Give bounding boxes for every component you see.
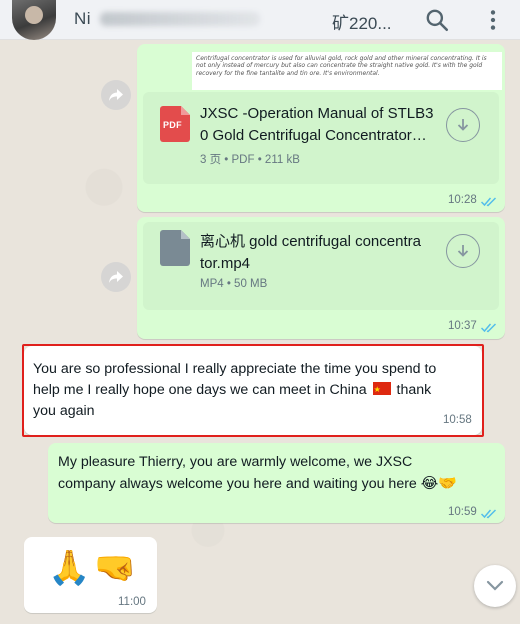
download-button[interactable]	[446, 234, 480, 268]
document-title-line-2: 0 Gold Centrifugal Concentrator…	[200, 127, 427, 144]
document-preview-thumbnail[interactable]: Centrifugal concentrator is used for all…	[192, 52, 502, 90]
message-time: 10:28	[448, 194, 477, 206]
forward-button[interactable]	[101, 262, 131, 292]
forward-icon	[109, 271, 123, 283]
highlight-annotation	[22, 344, 484, 437]
contact-name[interactable]: Ni	[74, 9, 91, 29]
forward-icon	[109, 89, 123, 101]
contact-name-suffix[interactable]: 矿220...	[332, 9, 392, 34]
forward-button[interactable]	[101, 80, 131, 110]
read-receipt-icon	[481, 323, 497, 333]
read-receipt-icon	[481, 197, 497, 207]
read-receipt-icon	[481, 509, 497, 519]
search-icon[interactable]	[424, 7, 450, 33]
more-options-icon[interactable]	[480, 7, 506, 33]
contact-name-redacted	[100, 12, 260, 26]
document-title-line-1: JXSC -Operation Manual of STLB3	[200, 105, 434, 122]
emoji-pray-fist-icon: 🙏🤜	[48, 548, 141, 588]
download-button[interactable]	[446, 108, 480, 142]
emoji-laugh-handshake-icon: 😂🤝	[420, 474, 457, 492]
message-time: 11:00	[118, 596, 146, 608]
download-icon	[457, 119, 469, 131]
pdf-badge-label: PDF	[163, 120, 182, 130]
document-meta: 3 页 • PDF • 211 kB	[200, 154, 300, 166]
message-text-line-1: My pleasure Thierry, you are warmly welc…	[58, 454, 413, 470]
document-meta: MP4 • 50 MB	[200, 278, 268, 290]
chat-header: Ni 矿220...	[0, 0, 520, 40]
scroll-to-bottom-button[interactable]	[474, 565, 516, 607]
file-icon	[160, 230, 190, 266]
message-text-line-2-body: company always welcome you here and wait…	[58, 476, 417, 492]
message-text-line-2: company always welcome you here and wait…	[58, 473, 457, 496]
chevron-down-icon	[486, 580, 504, 591]
contact-avatar[interactable]	[12, 0, 56, 40]
message-time: 10:59	[448, 506, 477, 518]
document-title-line-2: tor.mp4	[200, 255, 251, 272]
message-time: 10:37	[448, 320, 477, 332]
document-preview-text: Centrifugal concentrator is used for all…	[196, 55, 487, 77]
document-title-line-1: 离心机 gold centrifugal concentra	[200, 233, 421, 250]
download-icon	[457, 245, 469, 257]
